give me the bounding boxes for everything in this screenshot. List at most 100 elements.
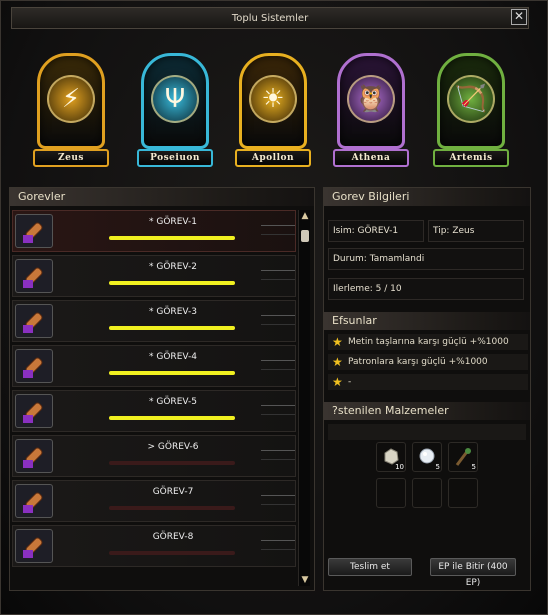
- quest-progress-bar: [109, 326, 235, 330]
- quest-details-panel: Gorev Bilgileri Isim: GÖREV-1 Tip: Zeus …: [323, 187, 531, 591]
- submit-button[interactable]: Teslim et: [328, 558, 412, 576]
- quest-details-header: Gorev Bilgileri: [324, 188, 530, 206]
- quest-scroll-icon: [15, 394, 53, 428]
- quest-row[interactable]: GÖREV-7: [12, 480, 296, 522]
- god-name: Poseiuon: [137, 149, 213, 167]
- quest-type-field: Tip: Zeus: [428, 220, 524, 242]
- material-slot[interactable]: 5: [412, 442, 442, 472]
- material-slot-empty: [448, 478, 478, 508]
- quest-progress-bar: [109, 281, 235, 285]
- quest-row[interactable]: * GÖREV-4: [12, 345, 296, 387]
- quest-scrollbar[interactable]: ▲ ▼: [298, 210, 310, 586]
- star-icon: ★: [332, 335, 343, 349]
- god-symbol-icon: ⚡: [47, 75, 95, 123]
- quest-progress-bar: [109, 461, 235, 465]
- god-symbol-icon: 🏹: [447, 75, 495, 123]
- enchant-text: Metin taşlarına karşı güçlü +%1000: [348, 337, 509, 347]
- material-count: 5: [471, 463, 476, 471]
- close-icon: ✕: [513, 9, 525, 23]
- quest-connector: [261, 540, 295, 550]
- quest-scroll-icon: [15, 304, 53, 338]
- god-card-athena[interactable]: 🦉 Athena: [331, 49, 411, 175]
- enchants-header: Efsunlar: [324, 312, 530, 330]
- enchant-text: Patronlara karşı güçlü +%1000: [348, 357, 488, 367]
- quest-list-header: Gorevler: [10, 188, 314, 206]
- material-slot-empty: [376, 478, 406, 508]
- scroll-down-icon[interactable]: ▼: [299, 574, 311, 586]
- god-symbol-icon: ☀: [249, 75, 297, 123]
- scroll-thumb[interactable]: [301, 230, 309, 242]
- quest-connector: [261, 405, 295, 415]
- quest-row[interactable]: * GÖREV-2: [12, 255, 296, 297]
- quest-connector: [261, 225, 295, 235]
- quest-row[interactable]: GÖREV-8: [12, 525, 296, 567]
- quest-connector: [261, 315, 295, 325]
- window-titlebar[interactable]: Toplu Sistemler: [11, 7, 529, 29]
- material-count: 10: [395, 463, 404, 471]
- god-card-artemis[interactable]: 🏹 Artemis: [431, 49, 511, 175]
- scroll-up-icon[interactable]: ▲: [299, 210, 311, 222]
- material-slot[interactable]: 5: [448, 442, 478, 472]
- quest-connector: [261, 450, 295, 460]
- quest-progress-fill: [109, 326, 235, 330]
- quest-progress-fill: [109, 371, 235, 375]
- quest-progress-bar: [109, 551, 235, 555]
- quest-scroll-icon: [15, 259, 53, 293]
- god-name: Artemis: [433, 149, 509, 167]
- quest-progress-fill: [109, 281, 235, 285]
- quest-label: * GÖREV-1: [149, 217, 197, 227]
- quest-label: * GÖREV-2: [149, 262, 197, 272]
- quest-row[interactable]: * GÖREV-5: [12, 390, 296, 432]
- quest-progress-bar: [109, 506, 235, 510]
- quest-name-field: Isim: GÖREV-1: [328, 220, 424, 242]
- quest-label: * GÖREV-4: [149, 352, 197, 362]
- quest-list: * GÖREV-1 * GÖREV-2 * GÖREV-3 * GÖREV-4 * GÖ…: [12, 210, 296, 570]
- quest-row[interactable]: * GÖREV-3: [12, 300, 296, 342]
- enchant-text: -: [348, 377, 352, 387]
- quest-progress-fill: [109, 416, 235, 420]
- material-slot[interactable]: 10: [376, 442, 406, 472]
- quest-status-field: Durum: Tamamlandi: [328, 248, 524, 270]
- star-icon: ★: [332, 375, 343, 389]
- god-card-zeus[interactable]: ⚡ Zeus: [31, 49, 111, 175]
- god-card-apollon[interactable]: ☀ Apollon: [233, 49, 313, 175]
- quest-label: > GÖREV-6: [147, 442, 199, 452]
- god-name: Apollon: [235, 149, 311, 167]
- enchant-row: ★ -: [328, 374, 528, 390]
- material-slot-empty: [412, 478, 442, 508]
- quest-connector: [261, 270, 295, 280]
- quest-row[interactable]: > GÖREV-6: [12, 435, 296, 477]
- quest-label: * GÖREV-3: [149, 307, 197, 317]
- quest-scroll-icon: [15, 214, 53, 248]
- god-name: Athena: [333, 149, 409, 167]
- quest-scroll-icon: [15, 484, 53, 518]
- god-symbol-icon: Ψ: [151, 75, 199, 123]
- god-card-poseiuon[interactable]: Ψ Poseiuon: [135, 49, 215, 175]
- god-name: Zeus: [33, 149, 109, 167]
- game-window: Toplu Sistemler ✕ ⚡ Zeus Ψ Poseiuon ☀ Apollon…: [0, 0, 548, 615]
- materials-strip: [328, 424, 526, 440]
- quest-label: GÖREV-7: [152, 487, 194, 497]
- quest-label: * GÖREV-5: [149, 397, 197, 407]
- material-count: 5: [435, 463, 440, 471]
- quest-connector: [261, 360, 295, 370]
- quest-row[interactable]: * GÖREV-1: [12, 210, 296, 252]
- quest-panel: Gorevler * GÖREV-1 * GÖREV-2 * GÖREV-3 * GÖ…: [9, 187, 315, 591]
- finish-with-ep-button[interactable]: EP ile Bitir (400 EP): [430, 558, 516, 588]
- quest-label: GÖREV-8: [152, 532, 194, 542]
- god-selector: ⚡ Zeus Ψ Poseiuon ☀ Apollon 🦉 Athena 🏹 Artemis: [31, 49, 521, 175]
- quest-scroll-icon: [15, 529, 53, 563]
- quest-progress-bar: [109, 236, 235, 240]
- quest-connector: [261, 495, 295, 505]
- quest-progress-field: Ilerleme: 5 / 10: [328, 278, 524, 300]
- quest-progress-fill: [109, 236, 235, 240]
- god-symbol-icon: 🦉: [347, 75, 395, 123]
- materials-header: ?stenilen Malzemeler: [324, 402, 530, 420]
- quest-progress-bar: [109, 371, 235, 375]
- enchant-row: ★ Metin taşlarına karşı güçlü +%1000: [328, 334, 528, 350]
- quest-scroll-icon: [15, 439, 53, 473]
- quest-scroll-icon: [15, 349, 53, 383]
- enchant-row: ★ Patronlara karşı güçlü +%1000: [328, 354, 528, 370]
- close-button[interactable]: ✕: [511, 9, 527, 25]
- window-title: Toplu Sistemler: [231, 12, 309, 24]
